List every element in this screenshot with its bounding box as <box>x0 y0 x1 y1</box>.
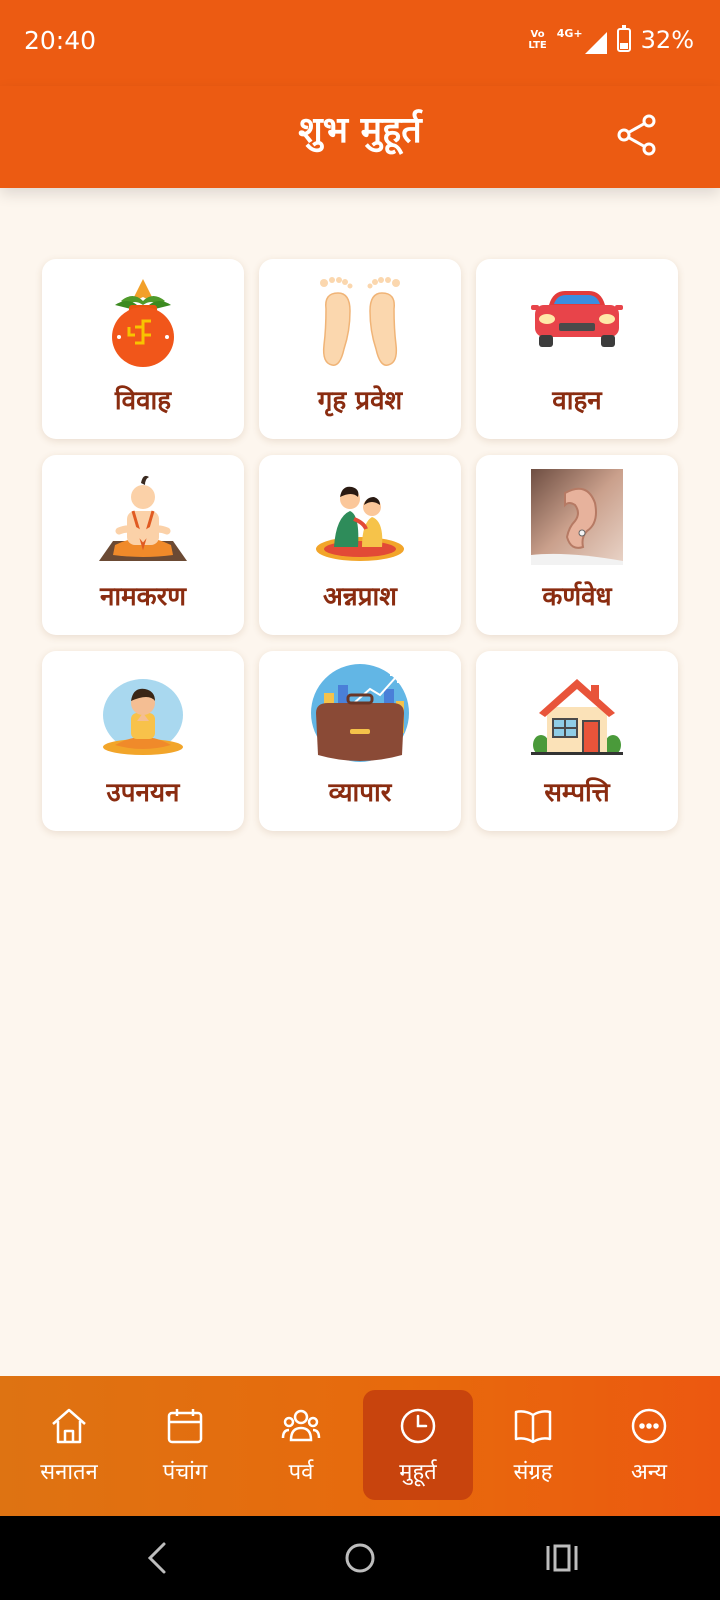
card-vivah[interactable]: विवाह <box>42 259 244 439</box>
nav-item-panchang[interactable]: पंचांग <box>130 1390 240 1500</box>
nav-item-parv[interactable]: पर्व <box>246 1390 356 1500</box>
nav-item-muhurat[interactable]: मुहूर्त <box>363 1390 473 1500</box>
ear-icon <box>531 469 623 565</box>
volte-bottom-text: LTE <box>528 40 547 51</box>
priest-icon <box>99 475 187 561</box>
nav-label: संग्रह <box>513 1460 553 1485</box>
muhurat-grid: विवाह गृह प्रवेश वाहन नामकरण अन्नप्राश क… <box>42 259 678 831</box>
kalash-icon <box>112 279 174 367</box>
card-karnavedh[interactable]: कर्णवेध <box>476 455 678 635</box>
status-bar: 20:40 Vo LTE 4G+ 32% <box>0 0 720 86</box>
card-vyapar[interactable]: व्यापार <box>259 651 461 831</box>
nav-label: पर्व <box>288 1460 314 1485</box>
card-label: विवाह <box>114 386 172 416</box>
nav-item-sanatan[interactable]: सनातन <box>14 1390 124 1500</box>
bottom-nav: सनातन पंचांग पर्व मुहूर्त संग्रह अन्य <box>0 1376 720 1516</box>
signal-icon: 4G+ <box>557 27 607 54</box>
car-icon <box>531 291 623 347</box>
card-label: उपनयन <box>106 778 180 808</box>
card-label: अन्नप्राश <box>323 582 397 612</box>
home-icon <box>52 1408 86 1444</box>
status-time: 20:40 <box>24 26 97 55</box>
nav-item-anya[interactable]: अन्य <box>594 1390 704 1500</box>
clock-icon <box>400 1408 436 1444</box>
back-icon[interactable] <box>138 1538 178 1578</box>
card-label: सम्पत्ति <box>544 778 610 808</box>
card-vahan[interactable]: वाहन <box>476 259 678 439</box>
home-button-icon[interactable] <box>340 1538 380 1578</box>
business-icon <box>311 664 409 762</box>
volte-top-text: Vo <box>530 29 545 40</box>
card-annaprashan[interactable]: अन्नप्राश <box>259 455 461 635</box>
nav-label: सनातन <box>40 1460 98 1485</box>
card-label: वाहन <box>552 386 602 416</box>
network-type: 4G+ <box>556 26 583 40</box>
page-title: शुभ मुहूर्त <box>298 110 422 151</box>
nav-label: पंचांग <box>162 1460 208 1485</box>
nav-item-sangrah[interactable]: संग्रह <box>478 1390 588 1500</box>
book-icon <box>514 1410 552 1444</box>
people-icon <box>281 1409 321 1442</box>
card-namkaran[interactable]: नामकरण <box>42 455 244 635</box>
card-upanayan[interactable]: उपनयन <box>42 651 244 831</box>
battery-icon <box>616 25 631 52</box>
nav-label: अन्य <box>630 1460 668 1485</box>
card-label: व्यापार <box>328 778 392 808</box>
card-label: कर्णवेध <box>542 582 612 612</box>
battery-level: 32% <box>640 26 694 54</box>
system-nav-bar <box>0 1516 720 1600</box>
app-bar: शुभ मुहूर्त <box>0 86 720 188</box>
volte-icon: Vo LTE <box>528 29 546 51</box>
recents-icon[interactable] <box>542 1538 582 1578</box>
mother-child-icon <box>316 486 404 561</box>
card-griha-pravesh[interactable]: गृह प्रवेश <box>259 259 461 439</box>
status-icons: Vo LTE 4G+ 32% <box>528 25 694 54</box>
card-label: नामकरण <box>99 582 187 612</box>
share-icon[interactable] <box>614 112 660 158</box>
card-sampatti[interactable]: सम्पत्ति <box>476 651 678 831</box>
meditating-boy-icon <box>103 679 183 755</box>
calendar-icon <box>167 1409 203 1444</box>
footprints-icon <box>320 277 400 366</box>
house-icon <box>531 679 623 755</box>
more-icon <box>631 1408 667 1444</box>
nav-label: मुहूर्त <box>399 1460 437 1485</box>
card-label: गृह प्रवेश <box>317 386 403 416</box>
